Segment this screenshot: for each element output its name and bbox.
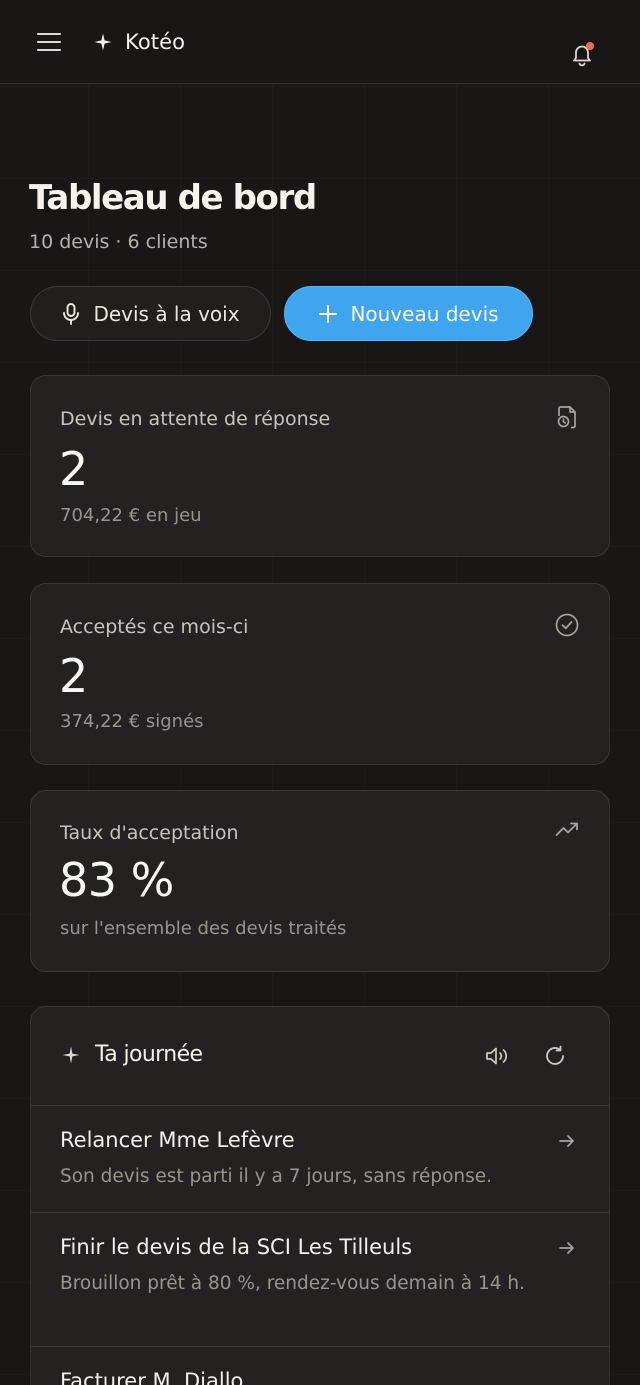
pending-quotes-card[interactable]: Devis en attente de réponse 2 704,22 € e… bbox=[30, 375, 610, 557]
day-card: Ta journée Relancer Mme Lefèvre Son devi… bbox=[30, 1006, 610, 1385]
new-quote-button[interactable]: Nouveau devis bbox=[284, 286, 533, 341]
acceptance-rate-sub: sur l'ensemble des devis traités bbox=[60, 918, 347, 939]
accepted-month-sub: 374,22 € signés bbox=[60, 711, 204, 732]
day-card-header: Ta journée bbox=[31, 1007, 609, 1106]
microphone-icon bbox=[63, 302, 80, 325]
check-circle-icon bbox=[555, 613, 579, 637]
pending-quotes-value: 2 bbox=[59, 442, 88, 496]
day-card-title: Ta journée bbox=[95, 1042, 203, 1067]
task-description: Brouillon prêt à 80 %, rendez-vous demai… bbox=[60, 1273, 526, 1294]
pending-quotes-sub: 704,22 € en jeu bbox=[60, 505, 202, 526]
read-aloud-button[interactable] bbox=[484, 1045, 510, 1067]
arrow-right-icon bbox=[559, 1242, 574, 1254]
voice-quote-label: Devis à la voix bbox=[93, 301, 240, 326]
task-item[interactable]: Facturer M. Diallo bbox=[31, 1347, 609, 1385]
task-description: Son devis est parti il y a 7 jours, sans… bbox=[60, 1166, 493, 1187]
notifications-button[interactable] bbox=[568, 40, 596, 68]
trending-up-icon bbox=[555, 822, 578, 836]
acceptance-rate-card[interactable]: Taux d'acceptation 83 % sur l'ensemble d… bbox=[30, 790, 610, 972]
speaker-icon bbox=[486, 1047, 508, 1065]
task-item[interactable]: Finir le devis de la SCI Les Tilleuls Br… bbox=[31, 1213, 609, 1347]
task-title: Relancer Mme Lefèvre bbox=[60, 1128, 295, 1152]
notification-dot bbox=[586, 42, 594, 50]
page-subtitle: 10 devis · 6 clients bbox=[29, 231, 208, 253]
acceptance-rate-value: 83 % bbox=[59, 853, 174, 907]
acceptance-rate-label: Taux d'acceptation bbox=[60, 822, 239, 844]
file-clock-icon bbox=[557, 406, 576, 429]
new-quote-label: Nouveau devis bbox=[350, 301, 499, 326]
plus-icon bbox=[319, 304, 338, 323]
accepted-month-label: Acceptés ce mois-ci bbox=[60, 616, 249, 638]
task-title: Finir le devis de la SCI Les Tilleuls bbox=[60, 1235, 413, 1259]
accepted-month-value: 2 bbox=[59, 649, 88, 703]
arrow-right-icon bbox=[559, 1135, 574, 1147]
brand-name: Kotéo bbox=[125, 30, 186, 54]
page-title: Tableau de bord bbox=[29, 178, 317, 218]
sparkle-icon bbox=[62, 1046, 80, 1064]
voice-quote-button[interactable]: Devis à la voix bbox=[30, 286, 271, 341]
top-bar: Kotéo bbox=[0, 0, 640, 84]
accepted-month-card[interactable]: Acceptés ce mois-ci 2 374,22 € signés bbox=[30, 583, 610, 765]
refresh-button[interactable] bbox=[544, 1045, 566, 1067]
task-item[interactable]: Relancer Mme Lefèvre Son devis est parti… bbox=[31, 1106, 609, 1213]
sparkle-icon bbox=[94, 33, 112, 51]
brand[interactable]: Kotéo bbox=[93, 28, 185, 56]
menu-button[interactable] bbox=[36, 30, 62, 54]
menu-icon bbox=[37, 33, 61, 51]
task-title: Facturer M. Diallo bbox=[60, 1369, 244, 1385]
refresh-icon bbox=[546, 1045, 564, 1065]
pending-quotes-label: Devis en attente de réponse bbox=[60, 408, 331, 430]
